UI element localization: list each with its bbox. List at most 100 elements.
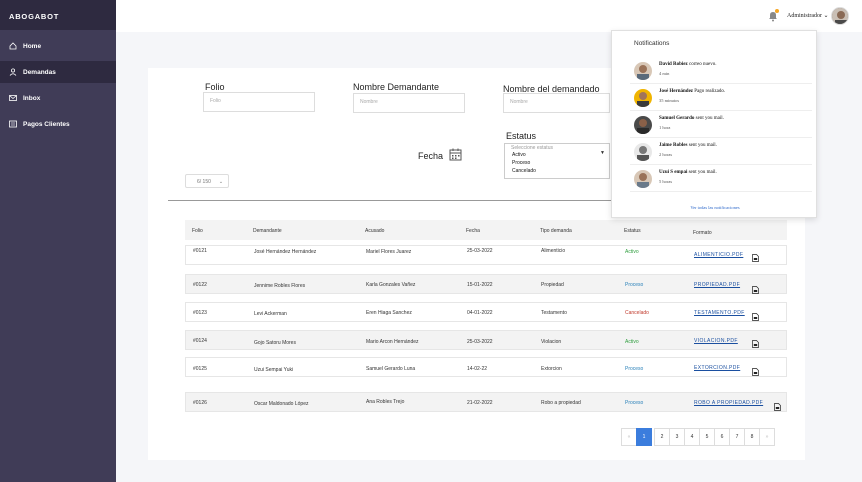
- receipt-icon: [9, 120, 17, 128]
- col-fecha: Fecha: [466, 228, 480, 234]
- formato-link[interactable]: TESTAMENTO.PDF: [694, 310, 745, 316]
- estatus-option-proceso[interactable]: Proceso: [505, 159, 609, 167]
- page-4[interactable]: 4: [684, 428, 700, 446]
- pdf-icon[interactable]: [774, 398, 781, 411]
- mail-icon: [9, 94, 17, 102]
- sidebar-item-label: Inbox: [23, 94, 41, 102]
- cell-acusado: Karla Gonzales Vañez: [366, 282, 416, 288]
- avatar[interactable]: [831, 7, 849, 25]
- cell-acusado: Samuel Gerardo Luna: [366, 366, 416, 372]
- formato-link[interactable]: PROPIEDAD.PDF: [694, 282, 740, 288]
- cell-acusado: Eren Hiaga Sanchez: [366, 310, 412, 316]
- cell-folio: #0121: [193, 248, 207, 254]
- cell-tipo: Alimenticio: [541, 248, 566, 254]
- cell-folio: #0124: [193, 338, 207, 344]
- page-5[interactable]: 5: [699, 428, 715, 446]
- avatar: [634, 170, 652, 188]
- cell-estatus: Proceso: [625, 282, 644, 288]
- notification-time: 4 min: [659, 71, 670, 76]
- sidebar-item-pagos-clientes[interactable]: Pagos Clientes: [0, 113, 116, 135]
- pdf-icon[interactable]: [752, 281, 759, 294]
- formato-link[interactable]: ROBO A PROPIEDAD.PDF: [694, 400, 763, 406]
- avatar: [634, 116, 652, 134]
- cell-tipo: Propiedad: [541, 282, 564, 288]
- admin-label: Administrador: [787, 13, 822, 19]
- notification-text: Uzui S empai sent you mail.: [659, 170, 717, 175]
- cell-acusado: Mario Arcon Hernández: [366, 339, 419, 345]
- folio-label: Folio: [205, 82, 225, 92]
- formato-link[interactable]: EXTORCION.PDF: [694, 365, 740, 371]
- pdf-icon[interactable]: [752, 308, 759, 321]
- cell-fecha: 14-02-22: [467, 366, 488, 372]
- formato-link[interactable]: ALIMENTICIO.PDF: [694, 252, 743, 258]
- sidebar-item-demandas[interactable]: Demandas: [0, 61, 116, 83]
- page-8[interactable]: 8: [744, 428, 760, 446]
- cell-tipo: Violacion: [541, 339, 562, 345]
- admin-menu[interactable]: Administrador ⌄: [787, 12, 829, 19]
- cell-fecha: 21-02-2022: [467, 400, 493, 406]
- notification-text: Samuel Gerardo sent you mail.: [659, 116, 724, 121]
- view-all-notifications-link[interactable]: Ver todas las notificaciones: [612, 205, 818, 210]
- table-row: #0125 Uzui Sempai Yuki Samuel Gerardo Lu…: [185, 357, 787, 377]
- chevron-down-icon: ⌄: [218, 179, 224, 185]
- cell-demandante: José Hernández Hernández: [254, 249, 317, 255]
- pagination-prev[interactable]: «: [621, 428, 637, 446]
- cell-tipo: Testamento: [541, 310, 567, 316]
- cell-estatus: Proceso: [625, 366, 644, 372]
- cell-folio: #0122: [193, 282, 207, 288]
- folio-input[interactable]: Folio: [203, 92, 315, 112]
- per-page-select[interactable]: 6/ 150 ⌄: [185, 174, 229, 188]
- notification-time: 1 hora: [659, 125, 671, 130]
- estatus-label: Estatus: [506, 131, 537, 141]
- notification-item[interactable]: David Robiez correo nuevo. 4 min: [630, 58, 812, 84]
- sidebar-item-label: Demandas: [23, 68, 56, 76]
- page-6[interactable]: 6: [714, 428, 730, 446]
- notifications-dropdown: Notifications David Robiez correo nuevo.…: [611, 30, 817, 218]
- col-estatus: Estatus: [624, 228, 641, 234]
- sidebar: ABOGABOT Home Demandas Inbox Pagos Clien…: [0, 0, 116, 482]
- pdf-icon[interactable]: [752, 363, 759, 376]
- cell-fecha: 04-01-2022: [467, 310, 493, 316]
- notification-item[interactable]: Samuel Gerardo sent you mail. 1 hora: [630, 112, 812, 138]
- table-row: #0124 Gojo Satoru Mores Mario Arcon Hern…: [185, 330, 787, 350]
- avatar: [634, 89, 652, 107]
- sidebar-item-home[interactable]: Home: [0, 35, 116, 57]
- cell-estatus: Activo: [625, 339, 639, 345]
- demandado-input[interactable]: Nombre: [503, 93, 610, 113]
- table-row: #0121 José Hernández Hernández Mariel Fl…: [185, 245, 787, 265]
- page-2[interactable]: 2: [654, 428, 670, 446]
- cell-folio: #0123: [193, 310, 207, 316]
- notification-item[interactable]: José Hernández Pago realizado. 35 minuto…: [630, 85, 812, 111]
- table-row: #0123 Levi Ackerman Eren Hiaga Sanchez 0…: [185, 302, 787, 322]
- pagination-next[interactable]: »: [759, 428, 775, 446]
- pdf-icon[interactable]: [752, 249, 759, 262]
- col-tipo-demanda: Tipo demanda: [540, 228, 572, 234]
- notification-item[interactable]: Uzui S empai sent you mail. 5 horas: [630, 166, 812, 192]
- estatus-placeholder: Seleccione estatus: [511, 145, 553, 151]
- notification-item[interactable]: Jaime Robles sent you mail. 2 horas: [630, 139, 812, 165]
- notification-dot: [775, 9, 779, 13]
- pagination: « 1 2 3 4 5 6 7 8 »: [621, 428, 775, 446]
- cell-demandante: Oscar Maldonado López: [254, 401, 309, 407]
- cell-folio: #0126: [193, 400, 207, 406]
- estatus-option-cancelado[interactable]: Cancelado: [505, 167, 609, 175]
- demandante-input[interactable]: Nombre: [353, 93, 465, 113]
- caret-down-icon: ▼: [600, 150, 605, 156]
- cell-acusado: Mariel Flores Juarez: [366, 249, 412, 255]
- page-1[interactable]: 1: [636, 428, 652, 446]
- formato-link[interactable]: VIOLACION.PDF: [694, 338, 738, 344]
- per-page-value: 6/ 150: [197, 179, 211, 185]
- table-row: #0126 Oscar Maldonado López Ana Robles T…: [185, 392, 787, 412]
- page-7[interactable]: 7: [729, 428, 745, 446]
- pdf-icon[interactable]: [752, 335, 759, 348]
- sidebar-item-inbox[interactable]: Inbox: [0, 87, 116, 109]
- page-3[interactable]: 3: [669, 428, 685, 446]
- table-header: Folio Demandante Acusado Fecha Tipo dema…: [185, 220, 787, 240]
- estatus-select[interactable]: Seleccione estatus Activo Proceso Cancel…: [504, 143, 610, 179]
- estatus-option-activo[interactable]: Activo: [505, 151, 609, 159]
- col-acusado: Acusado: [365, 228, 385, 234]
- notification-time: 5 horas: [659, 179, 673, 184]
- calendar-icon[interactable]: [449, 148, 462, 161]
- notification-text: José Hernández Pago realizado.: [659, 89, 726, 94]
- cell-demandante: Uzui Sempai Yuki: [254, 367, 294, 373]
